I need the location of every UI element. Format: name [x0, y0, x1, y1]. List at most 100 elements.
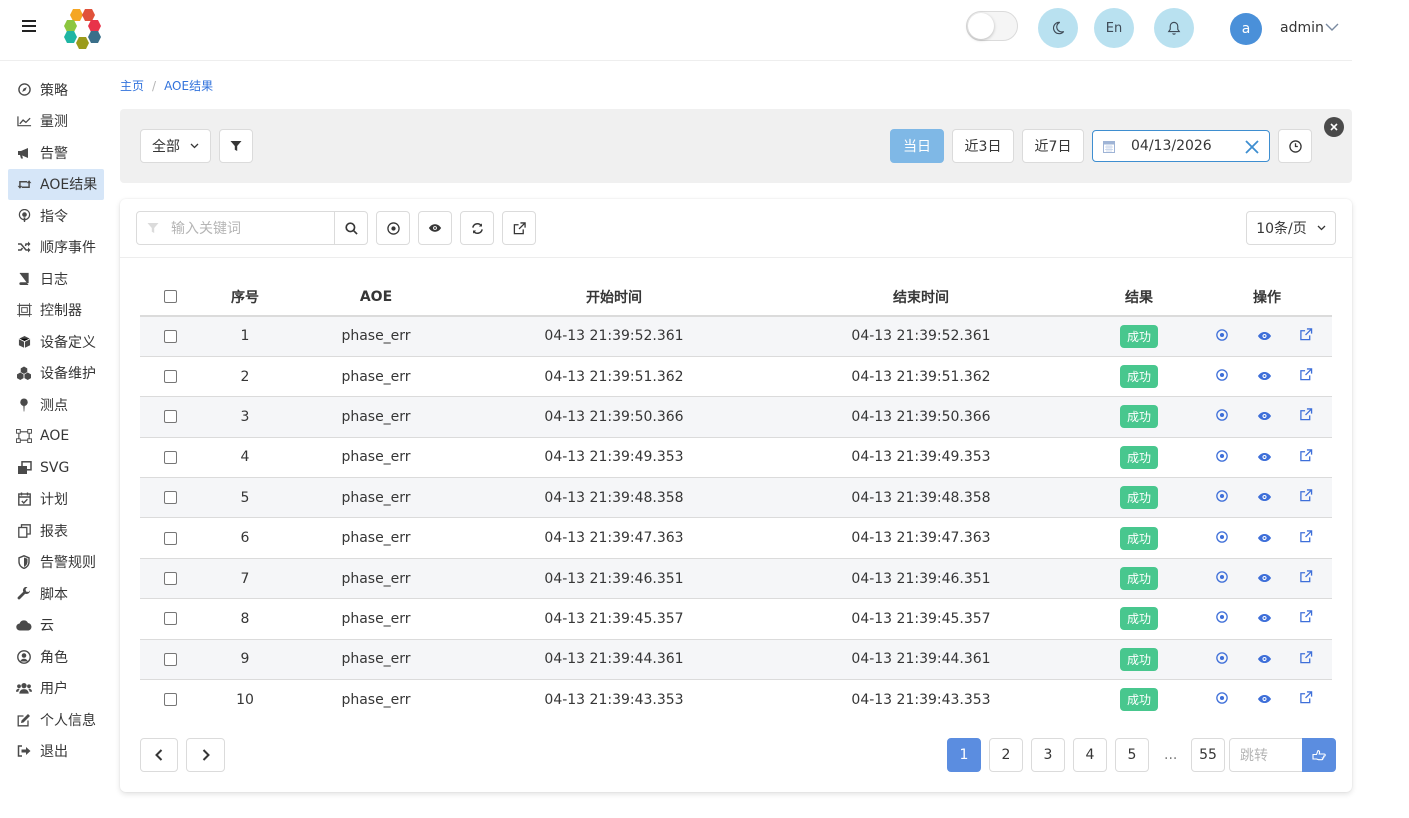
locate-row-icon[interactable]: [1212, 450, 1232, 462]
column-header-start[interactable]: 开始时间: [462, 278, 766, 317]
view-row-icon[interactable]: [1254, 411, 1274, 421]
sidebar-item-13[interactable]: 计划: [8, 484, 104, 516]
language-button[interactable]: En: [1094, 8, 1134, 48]
open-row-external-icon[interactable]: [1296, 408, 1316, 421]
view-row-icon[interactable]: [1254, 533, 1274, 543]
locate-row-icon[interactable]: [1212, 490, 1232, 503]
sidebar-item-15[interactable]: 告警规则: [8, 547, 104, 579]
page-4-button[interactable]: 4: [1073, 738, 1107, 772]
jump-to-page-input[interactable]: 跳转: [1229, 738, 1303, 772]
previous-page-button[interactable]: [140, 738, 178, 772]
scope-dropdown[interactable]: 全部: [140, 129, 211, 163]
sidebar-item-19[interactable]: 用户: [8, 673, 104, 705]
sidebar-item-11[interactable]: AOE: [8, 421, 104, 453]
sidebar-item-1[interactable]: 量测: [8, 106, 104, 138]
open-row-external-icon[interactable]: [1296, 570, 1316, 583]
open-row-external-icon[interactable]: [1296, 368, 1316, 381]
today-button[interactable]: 当日: [890, 129, 944, 163]
sidebar-item-2[interactable]: 告警: [8, 137, 104, 169]
sidebar-item-18[interactable]: 角色: [8, 641, 104, 673]
sidebar-item-7[interactable]: 控制器: [8, 295, 104, 327]
row-checkbox[interactable]: [163, 329, 177, 343]
view-row-icon[interactable]: [1254, 613, 1274, 623]
open-row-external-icon[interactable]: [1296, 529, 1316, 543]
refresh-button[interactable]: [460, 211, 494, 245]
page-1-button[interactable]: 1: [947, 738, 981, 772]
column-header-no[interactable]: 序号: [200, 278, 290, 317]
open-row-external-icon[interactable]: [1296, 691, 1316, 704]
locate-row-icon[interactable]: [1212, 329, 1232, 341]
view-row-icon[interactable]: [1254, 331, 1274, 341]
dark-mode-button[interactable]: [1038, 8, 1078, 48]
search-input[interactable]: 输入关键词: [136, 211, 336, 245]
open-row-external-icon[interactable]: [1296, 449, 1316, 462]
view-row-icon[interactable]: [1254, 654, 1274, 664]
locate-row-icon[interactable]: [1212, 530, 1232, 543]
clear-date-icon[interactable]: [1245, 140, 1259, 154]
locate-row-icon[interactable]: [1212, 571, 1232, 583]
page-5-button[interactable]: 5: [1115, 738, 1149, 772]
open-row-external-icon[interactable]: [1296, 651, 1316, 664]
sidebar-item-14[interactable]: 报表: [8, 515, 104, 547]
view-row-icon[interactable]: [1254, 694, 1274, 704]
sidebar-item-5[interactable]: 顺序事件: [8, 232, 104, 264]
sidebar-item-17[interactable]: 云: [8, 610, 104, 642]
view-button[interactable]: [418, 211, 452, 245]
sidebar-item-10[interactable]: 测点: [8, 389, 104, 421]
page-3-button[interactable]: 3: [1031, 738, 1065, 772]
view-row-icon[interactable]: [1254, 371, 1274, 381]
row-checkbox[interactable]: [163, 410, 177, 424]
breadcrumb-home[interactable]: 主页: [120, 79, 144, 93]
row-checkbox[interactable]: [163, 693, 177, 707]
locate-button[interactable]: [376, 211, 410, 245]
last-3-days-button[interactable]: 近3日: [952, 129, 1014, 163]
date-picker-input[interactable]: 04/13/2026: [1092, 130, 1270, 162]
jump-go-button[interactable]: [1302, 738, 1336, 772]
last-page-button[interactable]: 55: [1191, 738, 1225, 772]
sidebar-item-16[interactable]: 脚本: [8, 578, 104, 610]
filter-button[interactable]: [219, 129, 253, 163]
sidebar-item-9[interactable]: 设备维护: [8, 358, 104, 390]
next-page-button[interactable]: [186, 738, 225, 772]
breadcrumb-current[interactable]: AOE结果: [164, 79, 213, 93]
sidebar-item-21[interactable]: 退出: [8, 736, 104, 768]
locate-row-icon[interactable]: [1212, 652, 1232, 664]
sidebar-item-8[interactable]: 设备定义: [8, 326, 104, 358]
sidebar-item-3[interactable]: AOE结果: [8, 168, 104, 200]
row-checkbox[interactable]: [163, 531, 177, 545]
open-row-external-icon[interactable]: [1296, 328, 1316, 341]
sidebar-item-20[interactable]: 个人信息: [8, 704, 104, 736]
time-picker-button[interactable]: [1278, 129, 1312, 163]
row-checkbox[interactable]: [163, 572, 177, 586]
page-size-dropdown[interactable]: 10条/页: [1246, 211, 1336, 245]
view-row-icon[interactable]: [1254, 492, 1274, 502]
select-all-checkbox[interactable]: [163, 290, 177, 303]
last-7-days-button[interactable]: 近7日: [1022, 129, 1084, 163]
locate-row-icon[interactable]: [1212, 409, 1232, 422]
locate-row-icon[interactable]: [1212, 692, 1232, 705]
row-checkbox[interactable]: [163, 450, 177, 464]
locate-row-icon[interactable]: [1212, 611, 1232, 624]
notifications-button[interactable]: [1154, 8, 1194, 48]
menu-toggle-icon[interactable]: [22, 20, 36, 34]
search-button[interactable]: [334, 211, 368, 245]
sidebar-item-0[interactable]: 策略: [8, 74, 104, 106]
sidebar-item-6[interactable]: 日志: [8, 263, 104, 295]
open-external-button[interactable]: [502, 211, 536, 245]
row-checkbox[interactable]: [163, 370, 177, 384]
row-checkbox[interactable]: [163, 491, 177, 505]
sidebar-item-4[interactable]: 指令: [8, 200, 104, 232]
row-checkbox[interactable]: [163, 612, 177, 626]
user-name[interactable]: admin: [1280, 20, 1324, 36]
close-filter-button[interactable]: [1324, 117, 1344, 137]
column-header-result[interactable]: 结果: [1076, 278, 1202, 317]
chevron-down-icon[interactable]: [1325, 22, 1339, 32]
app-logo[interactable]: [62, 7, 106, 49]
sidebar-item-12[interactable]: SVG: [8, 452, 104, 484]
view-row-icon[interactable]: [1254, 573, 1274, 583]
column-header-end[interactable]: 结束时间: [766, 278, 1076, 317]
view-row-icon[interactable]: [1254, 452, 1274, 462]
locate-row-icon[interactable]: [1212, 369, 1232, 381]
column-header-aoe[interactable]: AOE: [290, 278, 462, 317]
theme-switch[interactable]: [966, 11, 1018, 41]
